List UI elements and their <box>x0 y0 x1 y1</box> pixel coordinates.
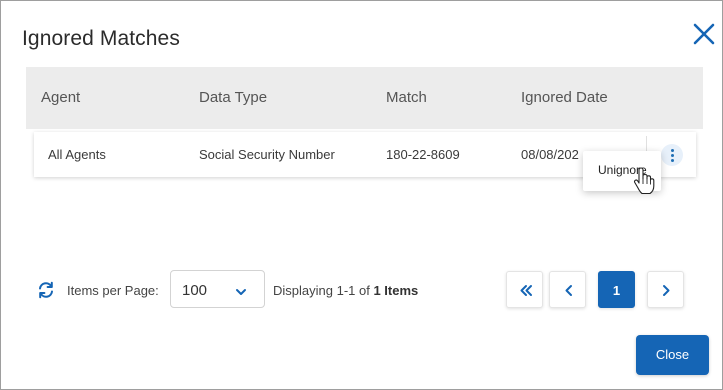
cell-agent: All Agents <box>48 147 106 162</box>
displaying-prefix: Displaying 1-1 of <box>273 283 370 298</box>
row-actions-kebab-icon[interactable] <box>661 144 683 166</box>
page-button-current[interactable]: 1 <box>598 271 635 308</box>
items-per-page-select[interactable]: 100 <box>170 270 265 308</box>
items-per-page-value: 100 <box>182 282 208 299</box>
close-dialog-icon[interactable] <box>691 21 717 47</box>
column-header-ignored-date[interactable]: Ignored Date <box>521 89 608 106</box>
refresh-icon[interactable] <box>37 281 55 299</box>
cell-ignored-date: 08/08/202 <box>521 147 579 162</box>
hand-pointer-cursor-icon <box>633 167 655 195</box>
close-button[interactable]: Close <box>636 335 709 375</box>
column-header-data-type[interactable]: Data Type <box>199 89 267 106</box>
first-page-button[interactable] <box>506 271 543 308</box>
displaying-summary: Displaying 1-1 of 1 Items <box>273 283 418 298</box>
column-header-match[interactable]: Match <box>386 89 427 106</box>
table-header: Agent Data Type Match Ignored Date <box>26 67 703 129</box>
ignored-matches-dialog: Ignored Matches Agent Data Type Match Ig… <box>0 0 723 390</box>
displaying-count: 1 Items <box>373 283 419 298</box>
items-per-page-label: Items per Page: <box>67 283 159 298</box>
current-page-number: 1 <box>612 283 621 298</box>
chevron-down-icon <box>235 284 247 302</box>
cell-match: 180-22-8609 <box>386 147 460 162</box>
previous-page-button[interactable] <box>549 271 586 308</box>
column-header-agent[interactable]: Agent <box>41 89 80 106</box>
dialog-title: Ignored Matches <box>22 27 180 50</box>
next-page-button[interactable] <box>647 271 684 308</box>
cell-data-type: Social Security Number <box>199 147 335 162</box>
